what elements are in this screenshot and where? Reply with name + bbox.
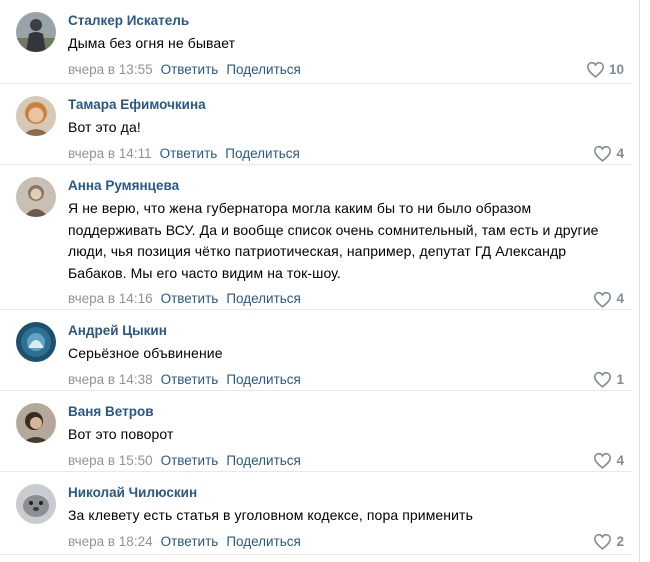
comment-timestamp[interactable]: вчера в 13:55 — [68, 62, 153, 77]
like-count: 4 — [616, 291, 624, 306]
reply-button[interactable]: Ответить — [160, 146, 218, 161]
avatar-image — [16, 322, 56, 362]
avatar[interactable] — [16, 484, 56, 524]
heart-icon — [594, 452, 612, 469]
like-count: 4 — [616, 145, 624, 161]
comment-text: Дыма без огня не бывает — [68, 35, 236, 51]
like-button[interactable]: 4 — [593, 145, 624, 163]
panel-border — [639, 0, 640, 562]
comment-timestamp[interactable]: вчера в 15:50 — [68, 453, 153, 468]
share-button[interactable]: Поделиться — [226, 372, 301, 387]
avatar-image — [16, 403, 56, 443]
comment-meta: вчера в 14:38 Ответить Поделиться 1 — [68, 371, 624, 389]
reply-button[interactable]: Ответить — [161, 291, 219, 306]
comment-item: Тамара Ефимочкина Вот это да! вчера в 14… — [0, 84, 632, 165]
reply-button[interactable]: Ответить — [161, 453, 219, 468]
heart-icon — [594, 533, 612, 550]
comment-item: Сталкер Искатель Дыма без огня не бывает… — [0, 0, 632, 84]
like-button[interactable]: 2 — [593, 533, 624, 551]
avatar[interactable] — [16, 403, 56, 443]
comment-text: Вот это да! — [68, 119, 141, 135]
avatar-image — [16, 484, 56, 524]
comment-text: За клевету есть статья в уголовном кодек… — [68, 507, 473, 523]
avatar[interactable] — [16, 322, 56, 362]
comment-meta: вчера в 18:24 Ответить Поделиться 2 — [68, 533, 624, 551]
like-count: 10 — [608, 61, 624, 77]
avatar[interactable] — [16, 96, 56, 136]
comment-text: Серьёзное объвинение — [68, 345, 223, 361]
comment-timestamp[interactable]: вчера в 18:24 — [68, 534, 153, 549]
comment-author[interactable]: Сталкер Искатель — [68, 12, 624, 30]
comment-text: Я не верю, что жена губернатора могла ка… — [68, 200, 599, 281]
like-count: 1 — [616, 371, 624, 387]
comment-item: Николай Чилюскин За клевету есть статья … — [0, 472, 632, 555]
comment-meta: вчера в 15:50 Ответить Поделиться 4 — [68, 452, 624, 470]
comments-feed: Сталкер Искатель Дыма без огня не бывает… — [0, 0, 650, 562]
avatar[interactable] — [16, 12, 56, 52]
like-button[interactable]: 4 — [593, 290, 624, 308]
comment-author[interactable]: Тамара Ефимочкина — [68, 96, 624, 114]
heart-icon — [594, 291, 612, 308]
comment-text: Вот это поворот — [68, 426, 174, 442]
comment-author[interactable]: Ваня Ветров — [68, 403, 624, 421]
avatar[interactable] — [16, 177, 56, 217]
share-button[interactable]: Поделиться — [226, 453, 301, 468]
heart-icon — [594, 371, 612, 388]
comment-meta: вчера в 13:55 Ответить Поделиться 10 — [68, 61, 624, 79]
like-count: 2 — [616, 533, 624, 549]
avatar-image — [16, 177, 56, 217]
comment-item: Андрей Цыкин Серьёзное объвинение вчера … — [0, 310, 632, 391]
comment-meta: вчера в 14:11 Ответить Поделиться 4 — [68, 145, 624, 163]
comment-timestamp[interactable]: вчера в 14:16 — [68, 291, 153, 306]
heart-icon — [586, 61, 604, 78]
share-button[interactable]: Поделиться — [226, 291, 301, 306]
comment-author[interactable]: Андрей Цыкин — [68, 322, 624, 340]
reply-button[interactable]: Ответить — [161, 62, 219, 77]
share-button[interactable]: Поделиться — [226, 534, 301, 549]
comment-timestamp[interactable]: вчера в 14:38 — [68, 372, 153, 387]
comment-item: Ваня Ветров Вот это поворот вчера в 15:5… — [0, 391, 632, 472]
like-button[interactable]: 10 — [586, 61, 624, 79]
comment-author[interactable]: Николай Чилюскин — [68, 484, 624, 502]
like-button[interactable]: 4 — [593, 452, 624, 470]
share-button[interactable]: Поделиться — [225, 146, 300, 161]
comment-timestamp[interactable]: вчера в 14:11 — [68, 146, 152, 161]
reply-button[interactable]: Ответить — [161, 372, 219, 387]
reply-button[interactable]: Ответить — [161, 534, 219, 549]
like-count: 4 — [616, 452, 624, 468]
comment-author[interactable]: Анна Румянцева — [68, 177, 624, 195]
comment-meta: вчера в 14:16 Ответить Поделиться 4 — [68, 290, 624, 308]
avatar-image — [16, 12, 56, 52]
comment-item: Анна Румянцева Я не верю, что жена губер… — [0, 165, 632, 310]
avatar-image — [16, 96, 56, 136]
heart-icon — [594, 145, 612, 162]
like-button[interactable]: 1 — [593, 371, 624, 389]
share-button[interactable]: Поделиться — [226, 62, 301, 77]
